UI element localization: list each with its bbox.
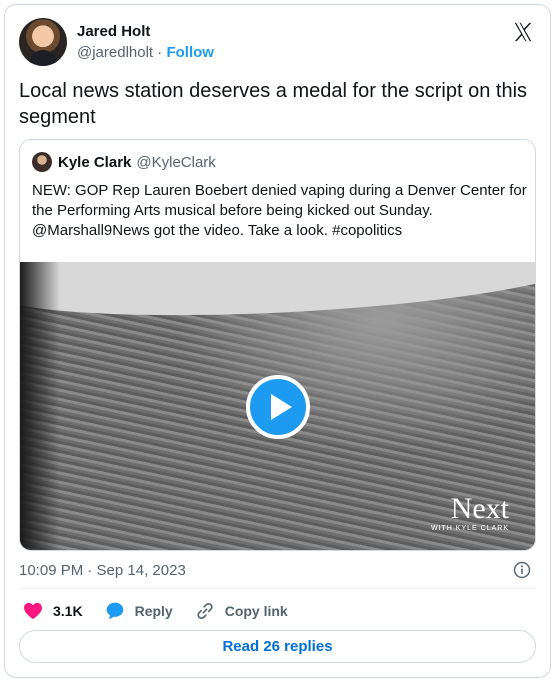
like-count: 3.1K	[53, 603, 83, 619]
quote-video[interactable]: Next WITH KYLE CLARK	[20, 262, 535, 550]
x-logo-icon[interactable]	[512, 21, 534, 43]
copy-link-label: Copy link	[224, 603, 288, 619]
link-icon	[197, 602, 213, 620]
tweet-card: Jared Holt @jaredlholt · Follow Local ne…	[4, 4, 551, 678]
tweet-text: Local news station deserves a medal for …	[19, 80, 528, 128]
tweet-author[interactable]: Jared Holt @jaredlholt · Follow	[19, 18, 214, 66]
quote-handle: @KyleClark	[136, 153, 216, 171]
quote-avatar	[32, 152, 52, 172]
quote-display-name: Kyle Clark	[58, 153, 132, 171]
reply-label: Reply	[134, 603, 173, 619]
author-names: Jared Holt @jaredlholt · Follow	[77, 23, 214, 61]
play-icon	[270, 394, 292, 420]
reply-button[interactable]: Reply	[105, 601, 173, 621]
heart-icon	[24, 602, 42, 620]
video-watermark: Next WITH KYLE CLARK	[430, 492, 509, 533]
copy-link-button[interactable]: Copy link	[195, 601, 288, 621]
quote-author: Kyle Clark @KyleClark	[32, 152, 216, 172]
author-display-name[interactable]: Jared Holt	[77, 23, 214, 40]
author-avatar[interactable]	[19, 18, 67, 66]
follow-button[interactable]: Follow	[166, 44, 214, 61]
video-watermark-main: Next	[450, 492, 509, 525]
quote-text: NEW: GOP Rep Lauren Boebert denied vapin…	[32, 182, 527, 239]
info-icon[interactable]	[513, 561, 531, 579]
video-watermark-sub: WITH KYLE CLARK	[430, 525, 509, 532]
play-button[interactable]	[246, 375, 310, 439]
quoted-tweet[interactable]: Kyle Clark @KyleClark NEW: GOP Rep Laure…	[19, 139, 536, 551]
tweet-timestamp[interactable]: 10:09 PM · Sep 14, 2023	[19, 562, 186, 579]
author-handle-row: @jaredlholt · Follow	[77, 44, 214, 61]
read-replies-button[interactable]: Read 26 replies	[19, 630, 536, 663]
author-handle[interactable]: @jaredlholt	[77, 44, 153, 61]
tweet-actions: 3.1K Reply Copy link	[23, 601, 310, 621]
speech-bubble-icon	[106, 602, 123, 620]
divider	[19, 588, 536, 589]
like-button[interactable]: 3.1K	[23, 602, 83, 620]
